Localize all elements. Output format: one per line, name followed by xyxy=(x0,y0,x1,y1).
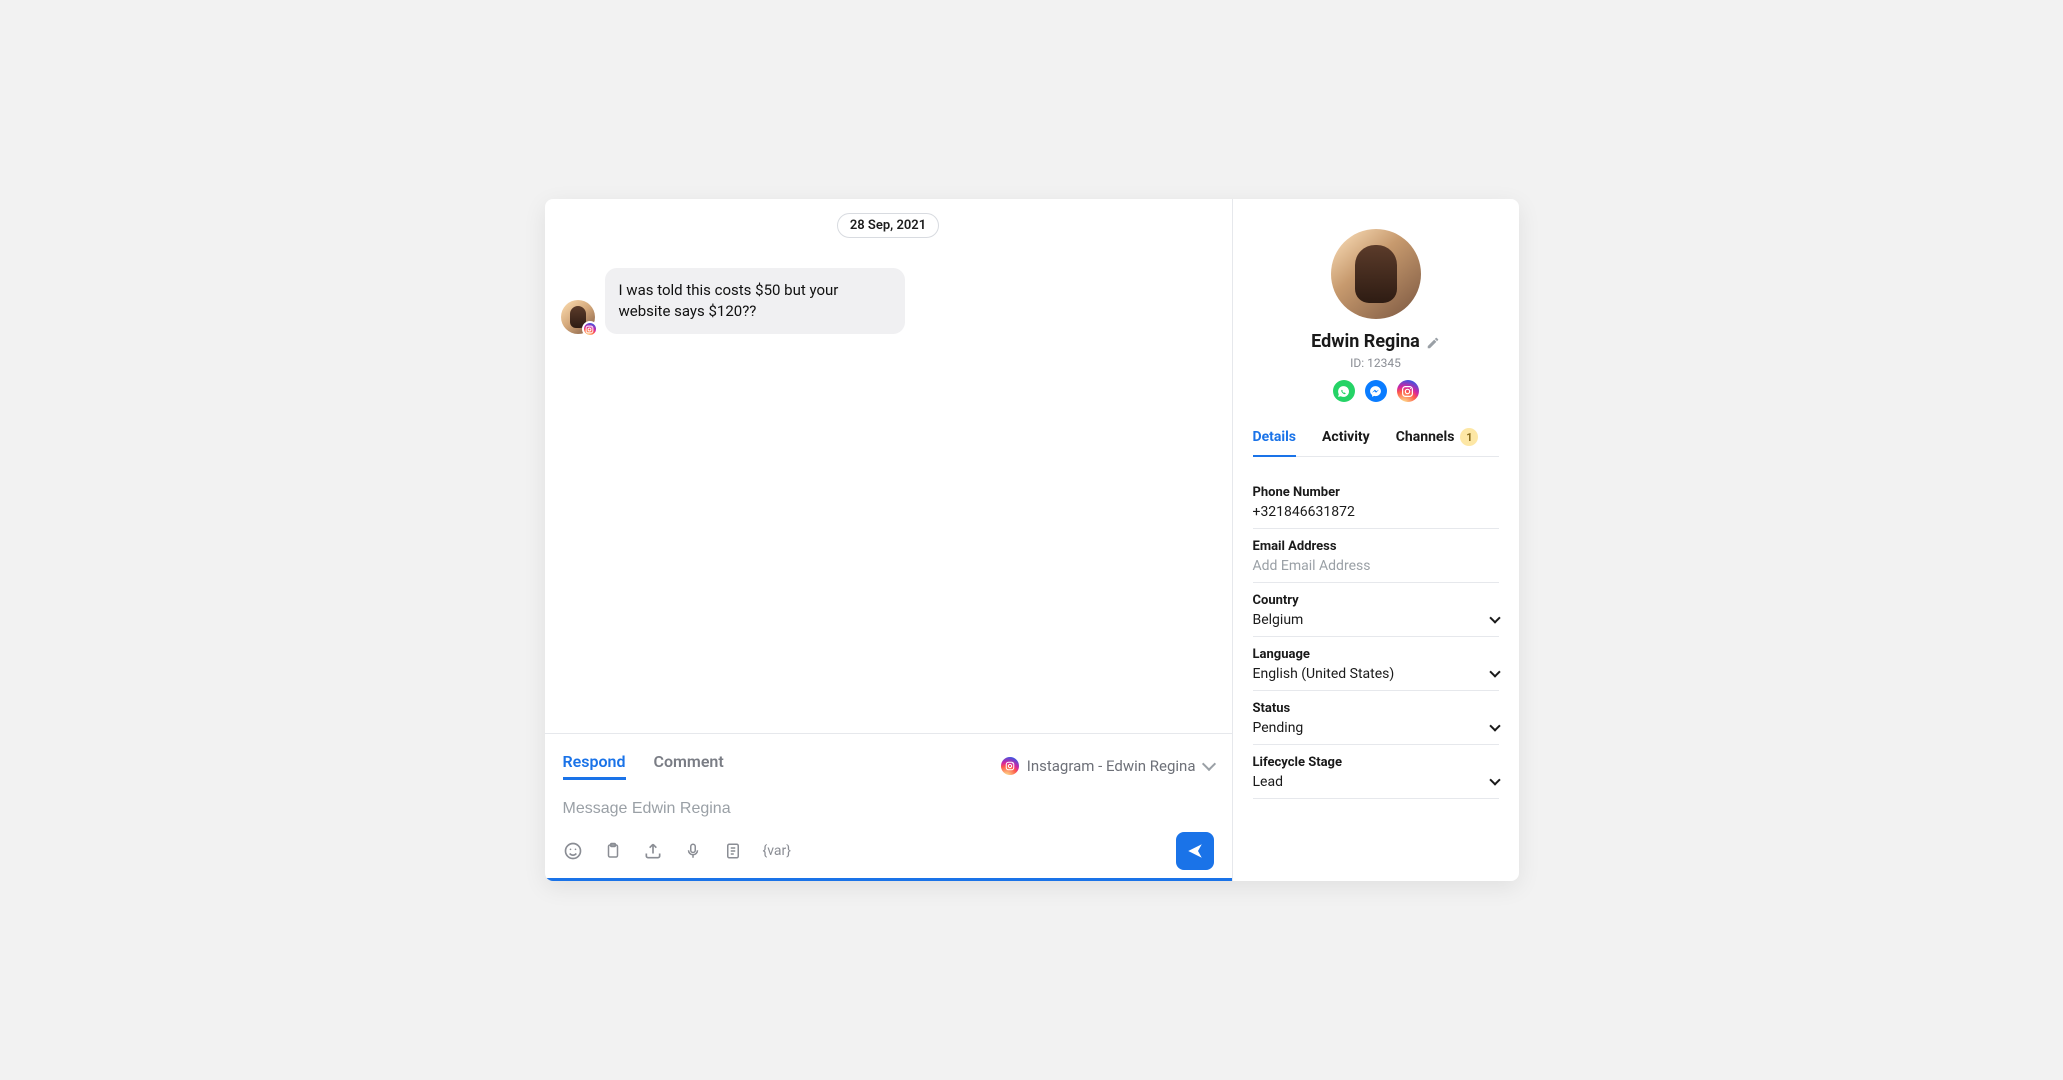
profile-name: Edwin Regina xyxy=(1311,331,1420,352)
field-value: Pending xyxy=(1253,720,1304,736)
field-status[interactable]: Status Pending xyxy=(1253,691,1499,745)
tab-respond[interactable]: Respond xyxy=(563,752,626,780)
channel-label: Instagram - Edwin Regina xyxy=(1027,757,1196,775)
instagram-icon xyxy=(1001,757,1019,775)
chevron-down-icon xyxy=(1489,774,1500,785)
tab-details[interactable]: Details xyxy=(1253,428,1297,457)
note-icon[interactable] xyxy=(723,841,743,861)
profile-id: ID: 12345 xyxy=(1253,356,1499,370)
message-bubble: I was told this costs $50 but your websi… xyxy=(605,268,905,334)
profile-channel-icons xyxy=(1253,380,1499,402)
channel-selector[interactable]: Instagram - Edwin Regina xyxy=(1001,757,1214,775)
field-email[interactable]: Email Address Add Email Address xyxy=(1253,529,1499,583)
message-list: 28 Sep, 2021 I was told this costs $50 b… xyxy=(545,199,1232,733)
channels-badge: 1 xyxy=(1460,428,1478,446)
tab-activity[interactable]: Activity xyxy=(1322,428,1370,456)
tab-channels-label: Channels xyxy=(1396,429,1455,445)
tab-channels[interactable]: Channels 1 xyxy=(1396,428,1479,456)
composer-tabs: Respond Comment xyxy=(563,752,724,780)
chat-column: 28 Sep, 2021 I was told this costs $50 b… xyxy=(545,199,1233,881)
field-label: Country xyxy=(1253,593,1499,608)
field-value: Belgium xyxy=(1253,612,1304,628)
send-button[interactable] xyxy=(1176,832,1214,870)
field-label: Status xyxy=(1253,701,1499,716)
field-language[interactable]: Language English (United States) xyxy=(1253,637,1499,691)
message-input[interactable] xyxy=(563,798,1214,832)
field-value: Lead xyxy=(1253,774,1283,790)
tab-comment[interactable]: Comment xyxy=(654,752,724,780)
emoji-icon[interactable] xyxy=(563,841,583,861)
whatsapp-icon[interactable] xyxy=(1333,380,1355,402)
messenger-icon[interactable] xyxy=(1365,380,1387,402)
variable-button[interactable]: {var} xyxy=(763,843,792,859)
field-label: Email Address xyxy=(1253,539,1499,554)
field-label: Language xyxy=(1253,647,1499,662)
chevron-down-icon xyxy=(1201,757,1215,771)
field-lifecycle[interactable]: Lifecycle Stage Lead xyxy=(1253,745,1499,799)
chevron-down-icon xyxy=(1489,720,1500,731)
instagram-icon[interactable] xyxy=(1397,380,1419,402)
field-country[interactable]: Country Belgium xyxy=(1253,583,1499,637)
date-separator: 28 Sep, 2021 xyxy=(837,213,939,238)
profile-panel: Edwin Regina ID: 12345 Details Activity … xyxy=(1233,199,1519,881)
instagram-icon xyxy=(582,321,598,337)
edit-icon[interactable] xyxy=(1426,335,1440,349)
field-phone[interactable]: Phone Number +321846631872 xyxy=(1253,475,1499,529)
field-placeholder: Add Email Address xyxy=(1253,558,1499,574)
sender-avatar[interactable] xyxy=(561,300,595,334)
chevron-down-icon xyxy=(1489,612,1500,623)
profile-avatar[interactable] xyxy=(1331,229,1421,319)
app-window: 28 Sep, 2021 I was told this costs $50 b… xyxy=(545,199,1519,881)
composer: Respond Comment Instagram - Edwin Regina xyxy=(545,733,1232,881)
clipboard-icon[interactable] xyxy=(603,841,623,861)
field-value: English (United States) xyxy=(1253,666,1395,682)
microphone-icon[interactable] xyxy=(683,841,703,861)
field-value: +321846631872 xyxy=(1253,504,1499,520)
profile-tabs: Details Activity Channels 1 xyxy=(1253,428,1499,457)
field-label: Phone Number xyxy=(1253,485,1499,500)
message-row: I was told this costs $50 but your websi… xyxy=(561,268,1216,334)
composer-accent-bar xyxy=(545,878,1232,881)
chevron-down-icon xyxy=(1489,666,1500,677)
field-label: Lifecycle Stage xyxy=(1253,755,1499,770)
upload-icon[interactable] xyxy=(643,841,663,861)
